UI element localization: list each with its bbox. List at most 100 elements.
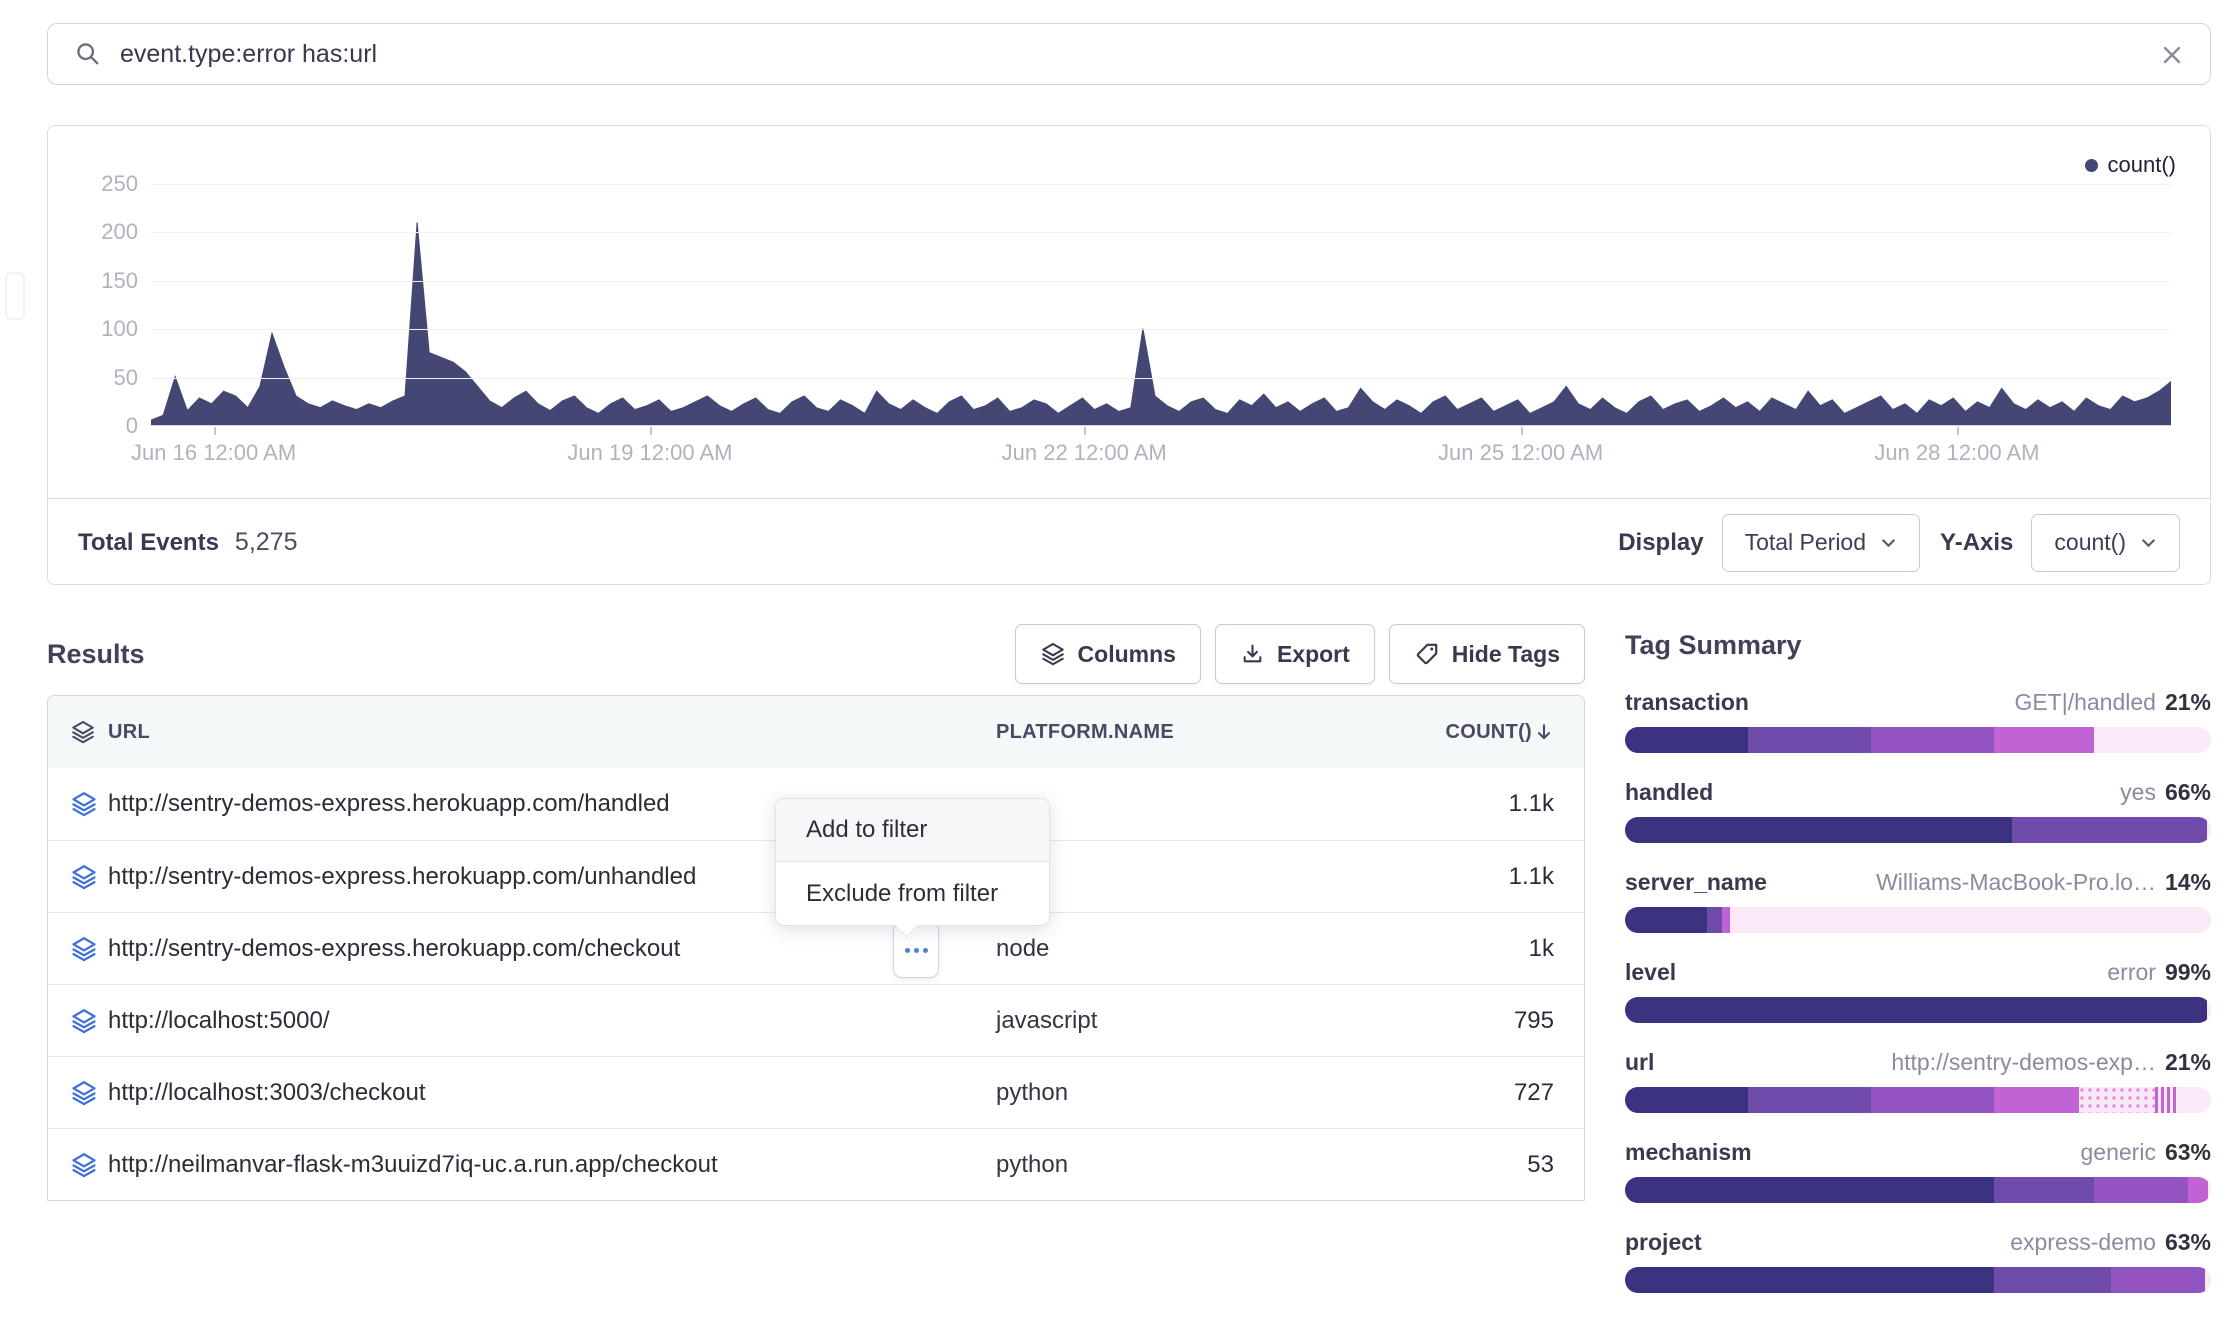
columns-button[interactable]: Columns [1015, 624, 1201, 684]
y-tick-label: 200 [58, 219, 138, 245]
tag-bar-segment[interactable] [1707, 907, 1722, 933]
tag-bar-segment[interactable] [2207, 817, 2211, 843]
header-count[interactable]: COUNT() [1436, 721, 1582, 744]
tag-bar-segment[interactable] [2094, 1177, 2188, 1203]
tag-top-pct: 63% [2165, 1139, 2211, 1166]
export-button[interactable]: Export [1215, 624, 1375, 684]
search-bar[interactable]: event.type:error has:url [47, 23, 2211, 85]
tag-bar-segment[interactable] [2079, 1087, 2155, 1113]
tag-distribution-bar[interactable] [1625, 1087, 2211, 1113]
platform-cell[interactable]: node [996, 935, 1436, 963]
url-cell[interactable]: http://localhost:3003/checkout [108, 1079, 996, 1107]
clear-search-icon[interactable] [2158, 41, 2186, 74]
url-cell[interactable]: http://localhost:5000/ [108, 1007, 996, 1035]
tag-icon [1414, 641, 1440, 667]
tag-bar-segment[interactable] [2207, 997, 2211, 1023]
tag-bar-segment[interactable] [1871, 1087, 1994, 1113]
tag-top-value: yes [2120, 779, 2156, 806]
header-platform[interactable]: PLATFORM.NAME [996, 721, 1436, 744]
search-icon [74, 40, 102, 68]
table-row[interactable]: http://neilmanvar-flask-m3uuizd7iq-uc.a.… [48, 1128, 1584, 1200]
tag-bar-segment[interactable] [1748, 727, 1871, 753]
tag-bar-segment[interactable] [1730, 907, 2211, 933]
hide-tags-button-label: Hide Tags [1452, 641, 1560, 668]
tag-bar-segment[interactable] [1625, 1177, 1994, 1203]
tag-bar-segment[interactable] [1994, 1177, 2094, 1203]
tag-entry-handled: handledyes66% [1625, 779, 2211, 843]
tag-entry-url: urlhttp://sentry-demos-exp…21% [1625, 1049, 2211, 1113]
tag-bar-segment[interactable] [1625, 1267, 1994, 1293]
count-cell[interactable]: 727 [1436, 1079, 1582, 1107]
count-cell[interactable]: 1.1k [1436, 863, 1582, 891]
tag-bar-segment[interactable] [1748, 1087, 1871, 1113]
tag-bar-segment[interactable] [1994, 1267, 2111, 1293]
tag-bar-segment[interactable] [1625, 907, 1707, 933]
tag-top-pct: 21% [2165, 689, 2211, 716]
tag-distribution-bar[interactable] [1625, 817, 2211, 843]
x-tick-mark [1521, 427, 1523, 435]
tag-bar-segment[interactable] [1994, 1087, 2079, 1113]
x-tick-mark [1084, 427, 1086, 435]
platform-cell[interactable]: python [996, 1079, 1436, 1107]
tag-bar-segment[interactable] [1871, 727, 1994, 753]
count-cell[interactable]: 795 [1436, 1007, 1582, 1035]
tag-bar-segment[interactable] [1625, 1087, 1748, 1113]
columns-button-label: Columns [1078, 641, 1176, 668]
tag-bar-segment[interactable] [2205, 1267, 2211, 1293]
tag-distribution-bar[interactable] [1625, 1267, 2211, 1293]
tag-bar-segment[interactable] [2111, 1267, 2205, 1293]
tag-bar-segment[interactable] [1625, 997, 2207, 1023]
url-cell[interactable]: http://sentry-demos-express.herokuapp.co… [108, 935, 996, 963]
tag-bar-segment[interactable] [1625, 817, 2012, 843]
table-row[interactable]: http://localhost:3003/checkoutpython727 [48, 1056, 1584, 1128]
layers-icon [48, 1151, 108, 1179]
table-header-row: URL PLATFORM.NAME COUNT() [48, 696, 1584, 768]
tag-entry-server_name: server_nameWilliams-MacBook-Pro.lo…14% [1625, 869, 2211, 933]
display-dropdown[interactable]: Total Period [1722, 514, 1920, 572]
exclude-from-filter-item[interactable]: Exclude from filter [776, 862, 1049, 925]
tag-bar-segment[interactable] [2155, 1087, 2176, 1113]
gridline [151, 329, 2171, 330]
count-cell[interactable]: 1.1k [1436, 790, 1582, 818]
tag-bar-segment[interactable] [1625, 727, 1748, 753]
platform-cell[interactable]: javascript [996, 1007, 1436, 1035]
tag-distribution-bar[interactable] [1625, 1177, 2211, 1203]
tag-distribution-bar[interactable] [1625, 907, 2211, 933]
tag-distribution-bar[interactable] [1625, 727, 2211, 753]
url-cell[interactable]: http://neilmanvar-flask-m3uuizd7iq-uc.a.… [108, 1151, 996, 1179]
tag-bar-segment[interactable] [2094, 727, 2211, 753]
gridline [151, 232, 2171, 233]
add-to-filter-item[interactable]: Add to filter [776, 799, 1049, 862]
sidebar-collapse-handle[interactable] [5, 272, 25, 320]
yaxis-dropdown-value: count() [2054, 529, 2126, 556]
tag-bar-segment[interactable] [2188, 1177, 2209, 1203]
table-row[interactable]: http://localhost:5000/javascript795 [48, 984, 1584, 1056]
tag-distribution-bar[interactable] [1625, 997, 2211, 1023]
tag-bar-segment[interactable] [2208, 1177, 2211, 1203]
count-cell[interactable]: 1k [1436, 935, 1582, 963]
count-cell[interactable]: 53 [1436, 1151, 1582, 1179]
tag-summary-panel: Tag Summary transactionGET|/handled21%ha… [1625, 630, 2211, 1319]
layers-icon [48, 1007, 108, 1035]
legend-dot-icon [2085, 159, 2098, 172]
tag-name: handled [1625, 779, 1713, 806]
x-tick-mark [650, 427, 652, 435]
download-icon [1240, 642, 1265, 667]
cell-context-menu: Add to filter Exclude from filter [775, 798, 1050, 926]
tag-bar-segment[interactable] [2012, 817, 2207, 843]
tag-bar-segment[interactable] [1994, 727, 2094, 753]
tag-top-value: error [2107, 959, 2156, 986]
tag-bar-segment[interactable] [1722, 907, 1731, 933]
yaxis-dropdown[interactable]: count() [2031, 514, 2180, 572]
x-tick-label: Jun 22 12:00 AM [1002, 440, 1167, 466]
tag-name: url [1625, 1049, 1654, 1076]
hide-tags-button[interactable]: Hide Tags [1389, 624, 1585, 684]
search-query[interactable]: event.type:error has:url [120, 40, 377, 69]
gridline [151, 184, 2171, 185]
tag-bar-segment[interactable] [2176, 1087, 2211, 1113]
header-url[interactable]: URL [108, 721, 996, 744]
ellipsis-icon [905, 948, 910, 953]
events-area-chart[interactable] [151, 174, 2171, 426]
tag-entry-project: projectexpress-demo63% [1625, 1229, 2211, 1293]
platform-cell[interactable]: python [996, 1151, 1436, 1179]
